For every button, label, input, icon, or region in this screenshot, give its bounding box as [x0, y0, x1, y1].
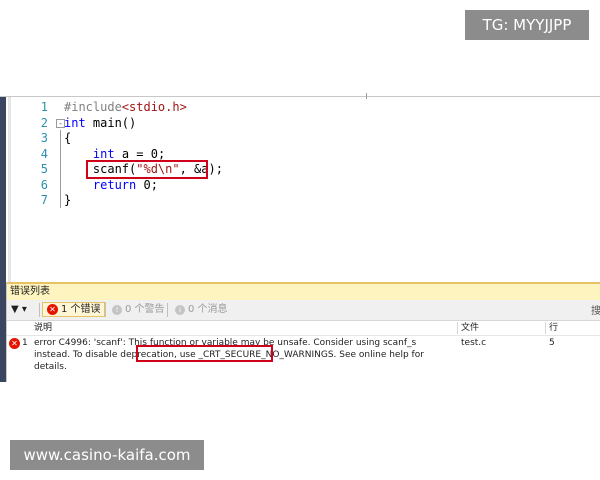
code-line[interactable]: 7}: [0, 193, 600, 208]
line-number: 2: [40, 115, 48, 130]
column-description[interactable]: 说明: [34, 321, 52, 335]
scanf-highlight-box: [86, 160, 208, 179]
code-text: {: [64, 131, 72, 145]
errors-filter-label: 1 个错误: [61, 304, 101, 315]
error-list-title: 错误列表: [7, 282, 600, 300]
error-list-panel: 错误列表 ▼ ▾ ✕ 1 个错误 ! 0 个警告 i 0 个消息 搜 说明 文件…: [6, 282, 600, 382]
error-number: 1: [22, 338, 28, 348]
code-line[interactable]: 6 return 0;: [0, 178, 600, 193]
splitter-tick: [366, 93, 367, 99]
line-number: 1: [40, 100, 48, 114]
line-number: 3: [40, 131, 48, 145]
messages-filter-button[interactable]: i 0 个消息: [171, 302, 232, 317]
filter-dropdown[interactable]: ▼ ▾: [11, 302, 37, 318]
error-row[interactable]: ✕ 1 error C4996: 'scanf': This function …: [7, 336, 600, 372]
line-number: 6: [40, 177, 48, 192]
line-number: 4: [40, 146, 48, 161]
error-list-toolbar: ▼ ▾ ✕ 1 个错误 ! 0 个警告 i 0 个消息 搜: [7, 300, 600, 321]
column-line[interactable]: 行: [549, 321, 558, 335]
code-text: int main(): [64, 115, 137, 130]
error-list-header: 说明 文件 行: [7, 321, 600, 336]
warnings-filter-label: 0 个警告: [125, 304, 165, 315]
code-line[interactable]: 3{: [0, 131, 600, 146]
watermark-bottom: www.casino-kaifa.com: [10, 440, 204, 470]
errors-filter-button[interactable]: ✕ 1 个错误: [42, 302, 106, 317]
code-text: #include<stdio.h>: [64, 100, 187, 114]
code-line[interactable]: 2- int main(): [0, 116, 600, 131]
line-number: 5: [40, 162, 48, 176]
error-icon: ✕: [47, 304, 58, 315]
error-line: 5: [549, 338, 555, 348]
error-file: test.c: [461, 338, 487, 348]
fold-guide-line: [60, 130, 61, 208]
info-icon: i: [175, 304, 185, 315]
search-icon[interactable]: 搜: [591, 302, 600, 317]
filter-icon: ▼ ▾: [11, 304, 27, 315]
error-icon: ✕: [9, 338, 20, 349]
code-line[interactable]: 1 #include<stdio.h>: [0, 100, 600, 115]
column-file[interactable]: 文件: [461, 321, 479, 335]
watermark-top: TG: MYYJJPP: [465, 10, 589, 40]
code-editor[interactable]: 1 #include<stdio.h> 2- int main() 3{4 int a …: [0, 93, 600, 283]
code-text: }: [64, 193, 72, 207]
messages-filter-label: 0 个消息: [188, 304, 228, 315]
code-text: return 0;: [92, 177, 158, 192]
crt-warning-highlight-box: [136, 345, 273, 362]
warning-icon: !: [112, 304, 122, 315]
warnings-filter-button[interactable]: ! 0 个警告: [108, 302, 169, 317]
line-number: 7: [40, 193, 48, 207]
